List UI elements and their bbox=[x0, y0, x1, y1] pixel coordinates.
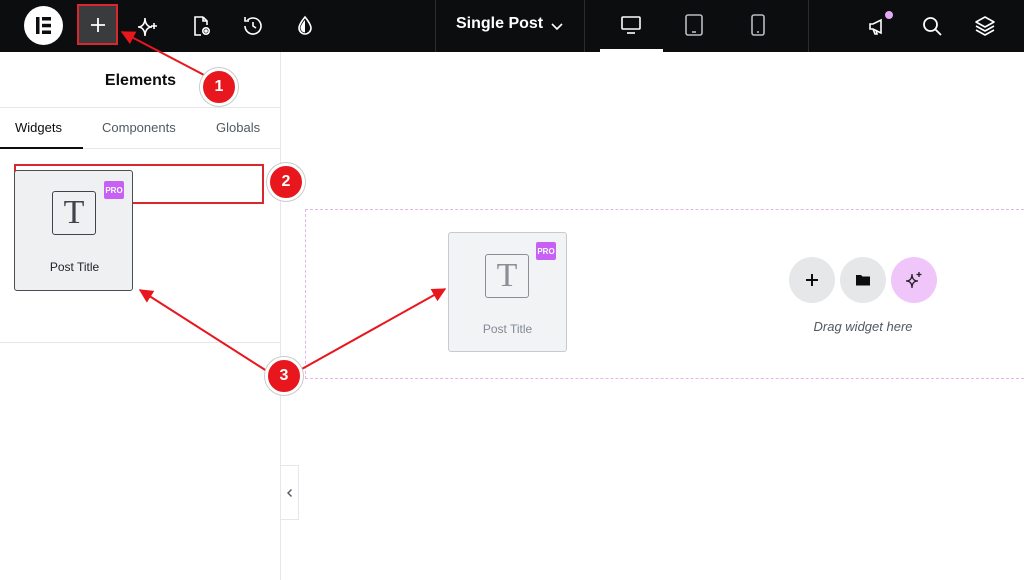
drag-widget-hint: Drag widget here bbox=[813, 319, 913, 334]
tab-globals[interactable]: Globals bbox=[216, 120, 260, 135]
panel-collapse-button[interactable] bbox=[281, 465, 299, 520]
ai-generate-button[interactable] bbox=[891, 257, 937, 303]
add-template-button[interactable] bbox=[840, 257, 886, 303]
plus-icon bbox=[90, 17, 105, 32]
document-title[interactable]: Single Post bbox=[456, 15, 543, 33]
text-t-icon: T bbox=[52, 191, 96, 235]
elementor-logo-icon[interactable] bbox=[24, 6, 63, 45]
search-icon[interactable] bbox=[920, 14, 944, 38]
toolbar-divider bbox=[808, 0, 809, 52]
tab-components[interactable]: Components bbox=[102, 120, 176, 135]
toolbar-divider bbox=[435, 0, 436, 52]
text-t-icon: T bbox=[485, 254, 529, 298]
chevron-left-icon bbox=[286, 488, 292, 497]
sparkle-ai-icon[interactable] bbox=[136, 14, 160, 38]
annotation-callout-1: 1 bbox=[200, 68, 238, 106]
add-section-button[interactable] bbox=[789, 257, 835, 303]
active-tab-indicator bbox=[0, 147, 83, 149]
theme-style-icon[interactable] bbox=[293, 14, 317, 38]
layers-icon[interactable] bbox=[973, 14, 997, 38]
chevron-down-icon[interactable] bbox=[549, 18, 565, 34]
annotation-callout-2: 2 bbox=[267, 163, 305, 201]
top-bar: Single Post bbox=[0, 0, 1024, 52]
widget-label: Post Title bbox=[49, 260, 100, 274]
toolbar-divider bbox=[584, 0, 585, 52]
history-icon[interactable] bbox=[241, 14, 265, 38]
mobile-icon[interactable] bbox=[746, 13, 770, 37]
elements-panel: Elements Widgets Components Globals bbox=[0, 52, 281, 580]
sparkle-ai-icon bbox=[905, 272, 922, 289]
add-element-button[interactable] bbox=[77, 4, 118, 45]
notification-dot bbox=[885, 11, 893, 19]
desktop-icon[interactable] bbox=[619, 13, 643, 37]
widget-label: Post Title bbox=[482, 322, 533, 336]
tab-widgets[interactable]: Widgets bbox=[15, 120, 62, 135]
annotation-callout-3: 3 bbox=[265, 357, 303, 395]
dragged-post-title-widget[interactable]: T PRO Post Title bbox=[448, 232, 567, 352]
folder-icon bbox=[856, 275, 870, 286]
page-settings-icon[interactable] bbox=[189, 14, 213, 38]
pro-badge: PRO bbox=[104, 181, 124, 199]
tablet-icon[interactable] bbox=[682, 13, 706, 37]
panel-divider bbox=[0, 342, 281, 343]
pro-badge: PRO bbox=[536, 242, 556, 260]
plus-icon bbox=[806, 274, 818, 286]
panel-tabs: Widgets Components Globals bbox=[0, 107, 281, 149]
post-title-widget[interactable]: T PRO Post Title bbox=[14, 170, 133, 291]
panel-title: Elements bbox=[104, 72, 177, 89]
active-device-indicator bbox=[600, 49, 663, 52]
